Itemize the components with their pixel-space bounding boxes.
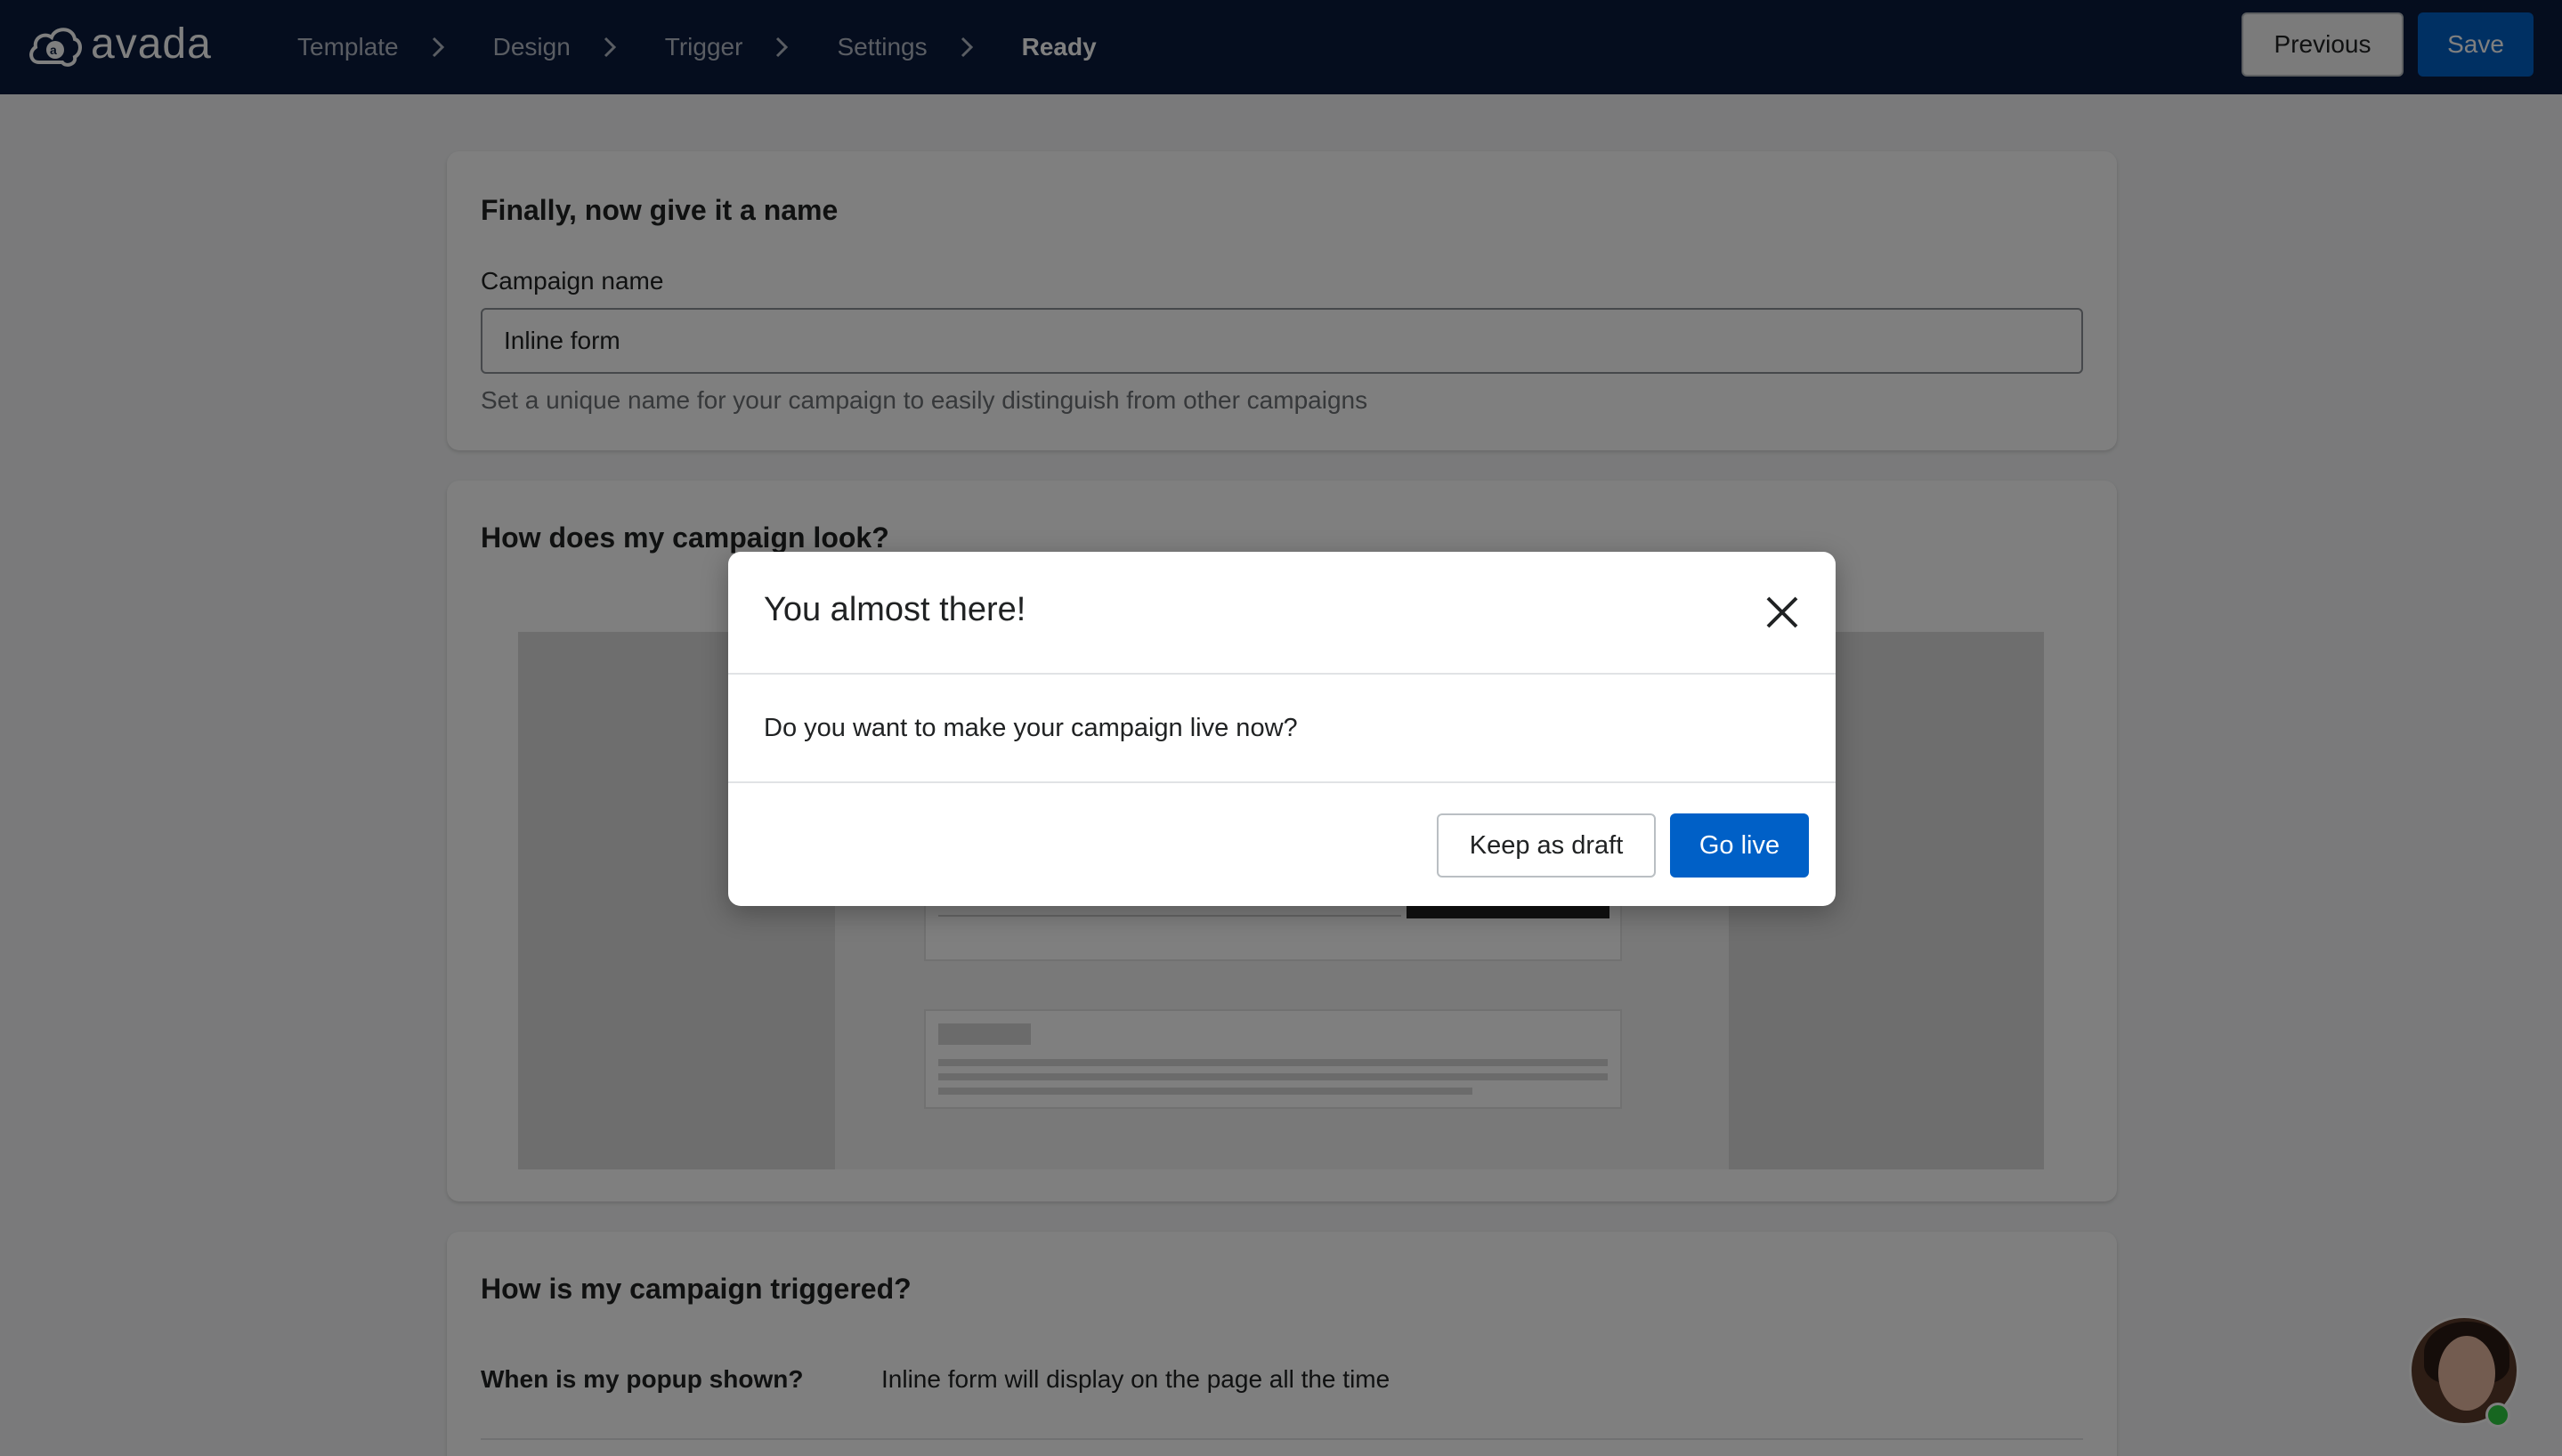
close-dialog-button[interactable]: [1761, 591, 1804, 634]
keep-as-draft-button[interactable]: Keep as draft: [1437, 813, 1656, 878]
close-icon: [1766, 596, 1798, 628]
go-live-button[interactable]: Go live: [1670, 813, 1809, 878]
dialog-message: Do you want to make your campaign live n…: [764, 714, 1298, 742]
dialog-title: You almost there!: [764, 591, 1026, 628]
divider: [728, 781, 1836, 783]
divider: [728, 673, 1836, 675]
go-live-dialog: You almost there! Do you want to make yo…: [728, 552, 1836, 906]
